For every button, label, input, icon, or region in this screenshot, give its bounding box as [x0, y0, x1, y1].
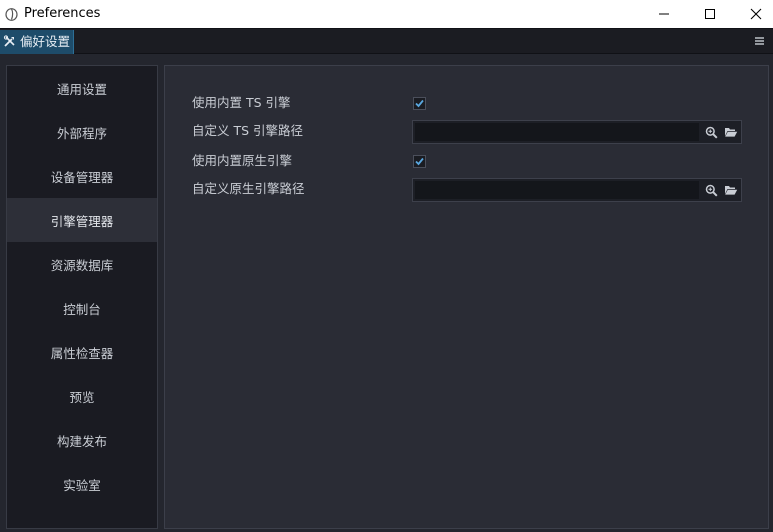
engine-settings-panel: 使用内置 TS 引擎 自定义 TS 引擎路径 使用内置原生引擎 自定义原生引擎路… [164, 65, 769, 529]
window-title-bar: Preferences [0, 0, 773, 28]
tab-label: 偏好设置 [20, 34, 71, 49]
tools-icon [3, 35, 15, 47]
sidebar-item-inspector[interactable]: 属性检查器 [7, 330, 157, 374]
minimize-button[interactable] [641, 0, 687, 28]
checkmark-icon [415, 157, 424, 166]
custom-native-path-input[interactable] [415, 181, 699, 199]
sidebar-item-preview[interactable]: 预览 [7, 374, 157, 418]
folder-open-icon[interactable] [724, 183, 738, 197]
sidebar-item-console[interactable]: 控制台 [7, 286, 157, 330]
app-icon [5, 8, 18, 21]
use-builtin-ts-label: 使用内置 TS 引擎 [192, 95, 291, 110]
search-icon[interactable] [704, 183, 718, 197]
close-button[interactable] [733, 0, 773, 28]
minimize-icon [659, 13, 669, 15]
sidebar-item-external-programs[interactable]: 外部程序 [7, 110, 157, 154]
tab-preferences[interactable]: 偏好设置 [0, 30, 74, 54]
custom-ts-path-field [412, 120, 742, 144]
use-builtin-native-label: 使用内置原生引擎 [192, 153, 293, 168]
custom-native-path-field [412, 178, 742, 202]
folder-open-icon[interactable] [724, 125, 738, 139]
sidebar: 通用设置 外部程序 设备管理器 引擎管理器 资源数据库 控制台 属性检查器 预览… [6, 65, 158, 529]
sidebar-item-general[interactable]: 通用设置 [7, 66, 157, 110]
use-builtin-native-checkbox[interactable] [413, 155, 426, 168]
sidebar-item-device-manager[interactable]: 设备管理器 [7, 154, 157, 198]
sidebar-item-build[interactable]: 构建发布 [7, 418, 157, 462]
tab-strip: 偏好设置 [0, 28, 773, 54]
custom-ts-path-input[interactable] [415, 123, 699, 141]
custom-ts-path-label: 自定义 TS 引擎路径 [192, 123, 304, 138]
maximize-button[interactable] [687, 0, 733, 28]
close-icon [750, 8, 762, 20]
custom-native-path-label: 自定义原生引擎路径 [192, 181, 305, 196]
use-builtin-ts-checkbox[interactable] [413, 97, 426, 110]
search-icon[interactable] [704, 125, 718, 139]
hamburger-icon[interactable] [753, 34, 767, 48]
sidebar-item-engine-manager[interactable]: 引擎管理器 [7, 198, 157, 242]
maximize-icon [705, 9, 715, 19]
sidebar-item-asset-database[interactable]: 资源数据库 [7, 242, 157, 286]
checkmark-icon [415, 99, 424, 108]
window-title: Preferences [24, 6, 101, 21]
sidebar-item-laboratory[interactable]: 实验室 [7, 462, 157, 506]
